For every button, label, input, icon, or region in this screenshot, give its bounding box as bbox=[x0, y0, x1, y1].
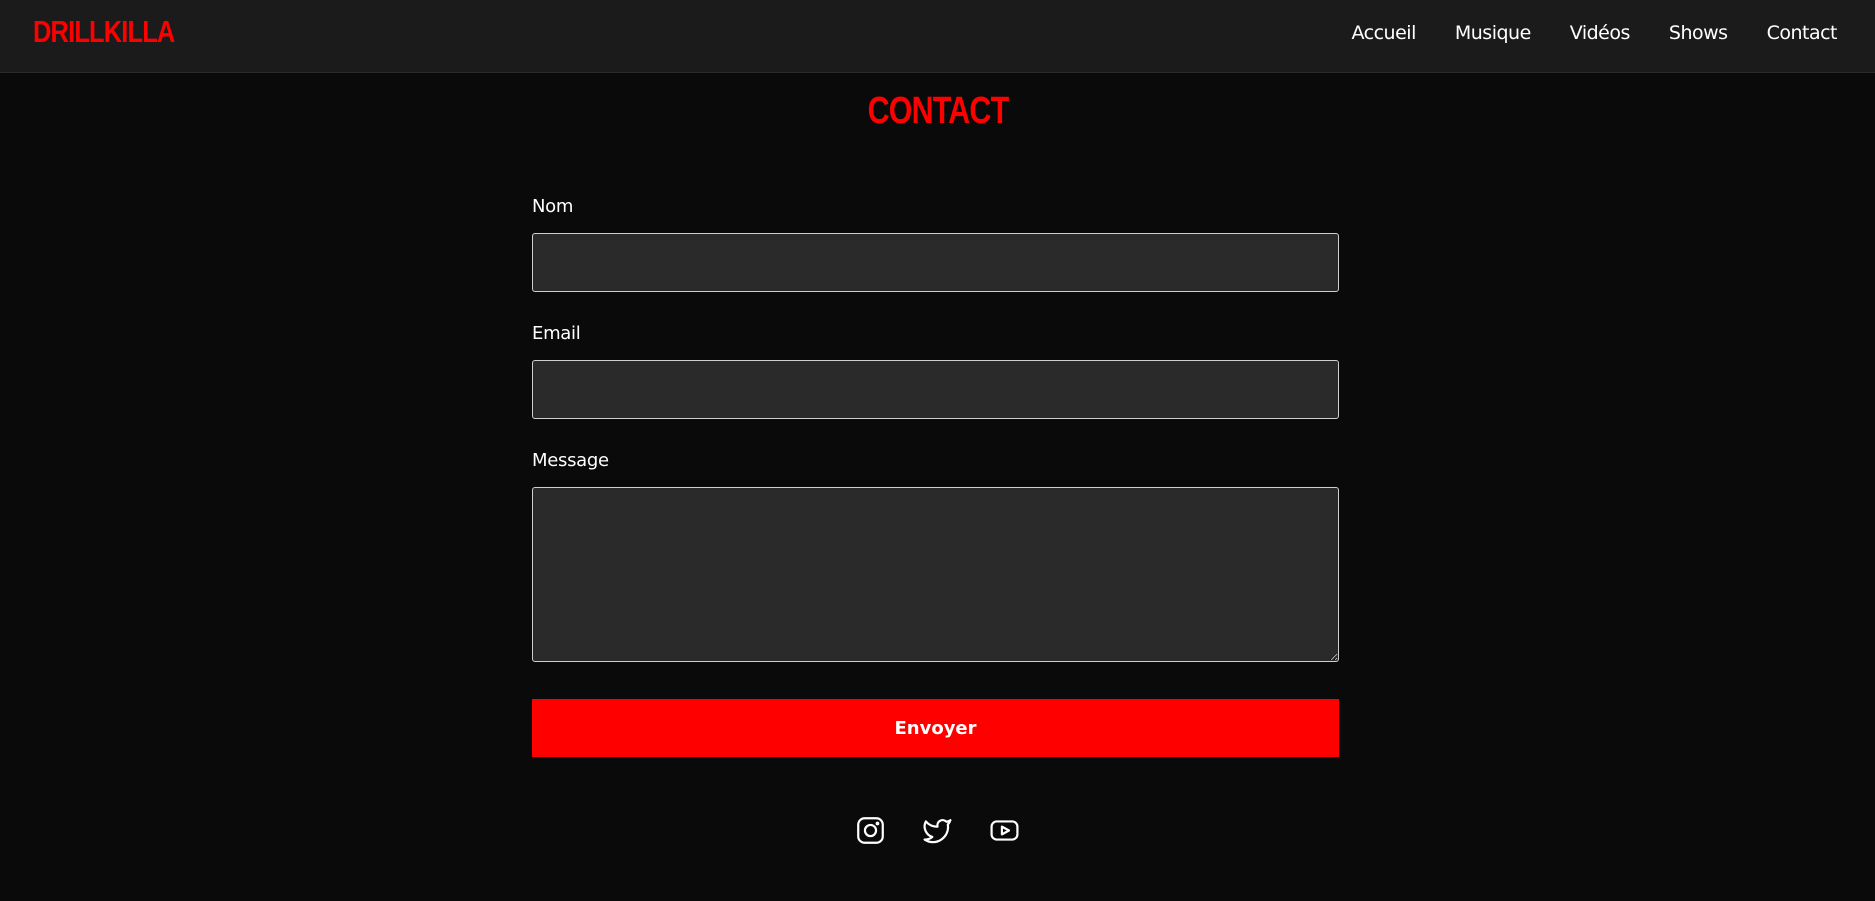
header-navbar: DRILLKILLA Accueil Musique Vidéos Shows … bbox=[0, 0, 1875, 73]
nav-link-contact[interactable]: Contact bbox=[1767, 22, 1838, 44]
email-input[interactable] bbox=[532, 360, 1339, 419]
youtube-link[interactable] bbox=[989, 815, 1020, 846]
send-button[interactable]: Envoyer bbox=[532, 699, 1339, 757]
page-title-text: CONTACT bbox=[867, 90, 1009, 132]
youtube-icon bbox=[990, 820, 1019, 841]
name-input[interactable] bbox=[532, 233, 1339, 292]
message-textarea[interactable] bbox=[532, 487, 1339, 662]
social-links bbox=[0, 815, 1875, 846]
site-logo[interactable]: DRILLKILLA bbox=[33, 14, 175, 50]
nav-link-videos[interactable]: Vidéos bbox=[1570, 22, 1631, 44]
twitter-link[interactable] bbox=[922, 815, 953, 846]
twitter-icon bbox=[923, 819, 952, 844]
contact-form: Nom Email Message Envoyer bbox=[532, 196, 1339, 757]
instagram-link[interactable] bbox=[855, 815, 886, 846]
email-label: Email bbox=[532, 323, 581, 344]
name-label: Nom bbox=[532, 196, 574, 217]
message-label: Message bbox=[532, 450, 609, 471]
nav-link-accueil[interactable]: Accueil bbox=[1352, 22, 1417, 44]
nav-link-musique[interactable]: Musique bbox=[1455, 22, 1531, 44]
page-title: CONTACT bbox=[0, 90, 1875, 133]
main-nav: Accueil Musique Vidéos Shows Contact bbox=[1352, 22, 1838, 44]
instagram-icon bbox=[857, 817, 884, 844]
nav-link-shows[interactable]: Shows bbox=[1669, 22, 1728, 44]
